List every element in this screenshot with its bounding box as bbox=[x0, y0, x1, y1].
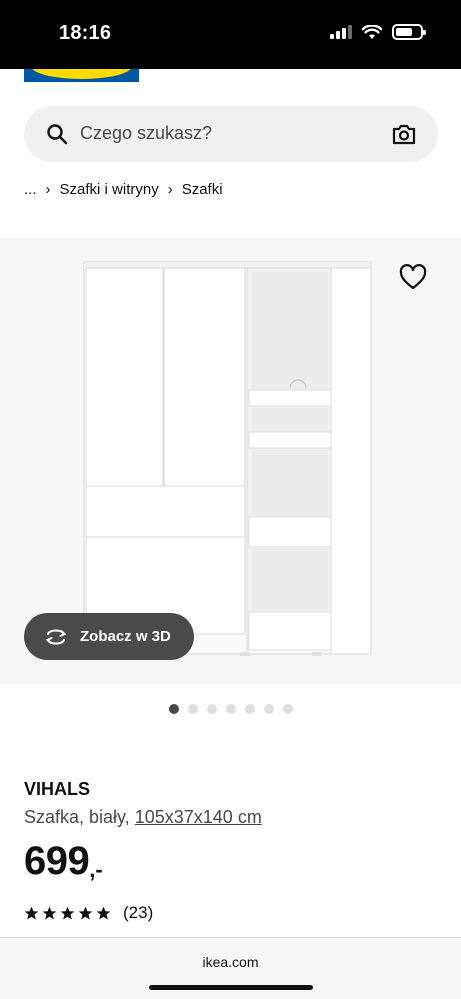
url-text[interactable]: ikea.com bbox=[0, 954, 461, 970]
review-count[interactable]: (23) bbox=[123, 903, 153, 923]
camera-search-icon[interactable] bbox=[392, 123, 416, 145]
breadcrumb-ellipsis[interactable]: ... bbox=[24, 181, 37, 198]
rotate-3d-icon bbox=[45, 628, 67, 645]
star-icon bbox=[96, 906, 111, 919]
view-in-3d-button[interactable]: Zobacz w 3D bbox=[24, 613, 194, 660]
carousel-indicator bbox=[169, 704, 293, 714]
view-in-3d-label: Zobacz w 3D bbox=[80, 628, 171, 645]
breadcrumb-item-cabinets-displays[interactable]: Szafki i witryny bbox=[60, 181, 159, 198]
chevron-right-icon: › bbox=[45, 181, 51, 198]
product-type: Szafka, biały, bbox=[24, 807, 130, 827]
product-name: VIHALS bbox=[24, 779, 91, 799]
star-icon bbox=[78, 906, 93, 919]
home-indicator[interactable] bbox=[149, 985, 313, 990]
carousel-dot[interactable] bbox=[169, 704, 179, 714]
product-description: Szafka, biały, 105x37x140 cm bbox=[24, 807, 262, 828]
product-price: 699 ,- bbox=[24, 839, 103, 884]
status-time: 18:16 bbox=[59, 22, 112, 44]
chevron-right-icon: › bbox=[167, 181, 173, 198]
status-bar: 18:16 bbox=[0, 0, 461, 69]
search-icon[interactable] bbox=[46, 123, 68, 145]
star-icon bbox=[42, 906, 57, 919]
search-bar[interactable]: Czego szukasz? bbox=[24, 106, 438, 162]
carousel-dot[interactable] bbox=[283, 704, 293, 714]
price-suffix: ,- bbox=[89, 857, 103, 882]
carousel-dot[interactable] bbox=[245, 704, 255, 714]
browser-address-bar[interactable]: ikea.com bbox=[0, 937, 461, 999]
carousel-dot[interactable] bbox=[207, 704, 217, 714]
carousel-dot[interactable] bbox=[188, 704, 198, 714]
signal-icon bbox=[330, 25, 352, 39]
product-dimensions-link[interactable]: 105x37x140 cm bbox=[135, 807, 262, 827]
ikea-logo[interactable] bbox=[24, 69, 139, 82]
favorite-heart-icon[interactable] bbox=[398, 263, 428, 291]
wifi-icon bbox=[362, 24, 382, 39]
star-icon bbox=[60, 906, 75, 919]
breadcrumb-item-cabinets[interactable]: Szafki bbox=[182, 181, 223, 198]
breadcrumb: ... › Szafki i witryny › Szafki bbox=[24, 181, 223, 198]
search-input[interactable]: Czego szukasz? bbox=[80, 123, 212, 144]
battery-icon bbox=[392, 24, 426, 40]
price-value: 699 bbox=[24, 839, 90, 883]
star-icon bbox=[24, 906, 39, 919]
carousel-dot[interactable] bbox=[226, 704, 236, 714]
rating-stars bbox=[24, 906, 111, 921]
product-rating[interactable]: (23) bbox=[24, 903, 153, 923]
status-icons bbox=[330, 24, 426, 40]
carousel-dot[interactable] bbox=[264, 704, 274, 714]
